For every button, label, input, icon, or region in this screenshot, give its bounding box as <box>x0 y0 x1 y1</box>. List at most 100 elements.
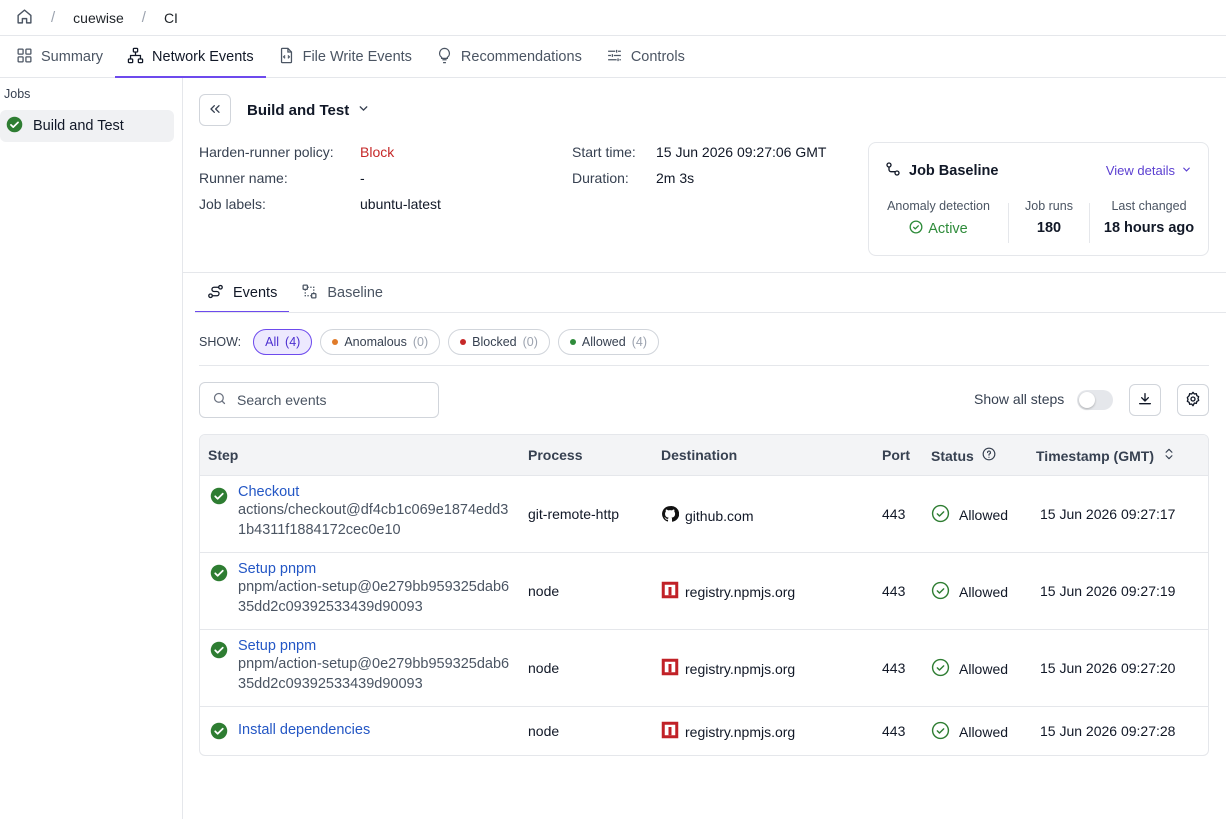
show-all-steps-label: Show all steps <box>974 391 1065 407</box>
column-header-timestamp[interactable]: Timestamp (GMT) <box>1036 447 1176 464</box>
timestamp-cell: 15 Jun 2026 09:27:19 <box>1040 583 1176 599</box>
chip-count: (0) <box>412 335 429 349</box>
duration-value: 2m 3s <box>656 170 695 186</box>
job-runs-stat: Job runs 180 <box>1009 199 1089 243</box>
table-header: Step Process Destination Port Status Tim… <box>200 435 1208 476</box>
job-header: Build and Test <box>199 94 370 126</box>
download-button[interactable] <box>1129 384 1161 416</box>
anomaly-detection-stat: Anomaly detection Active <box>869 199 1008 243</box>
tab-label: File Write Events <box>302 49 412 65</box>
column-header-port[interactable]: Port <box>882 447 910 463</box>
show-all-steps-toggle[interactable] <box>1077 390 1113 410</box>
network-icon <box>127 47 144 68</box>
tab-network-events[interactable]: Network Events <box>115 37 266 78</box>
filter-chip-allowed[interactable]: Allowed (4) <box>557 329 659 355</box>
filter-chip-anomalous[interactable]: Anomalous (0) <box>320 329 441 355</box>
filter-chip-blocked[interactable]: Blocked (0) <box>448 329 550 355</box>
policy-value: Block <box>360 144 395 160</box>
job-labels-value: ubuntu-latest <box>360 196 441 212</box>
search-input[interactable] <box>237 392 417 408</box>
port-cell: 443 <box>882 506 906 522</box>
gear-icon <box>1185 391 1201 410</box>
help-circle-icon[interactable] <box>982 447 996 464</box>
baseline-stats: Anomaly detection Active Job runs 180 La… <box>869 199 1210 243</box>
last-changed-stat: Last changed 18 hours ago <box>1090 199 1208 243</box>
port-cell: 443 <box>882 723 906 739</box>
step-cell: Setup pnpm pnpm/action-setup@0e279bb9593… <box>238 561 513 617</box>
sort-icon[interactable] <box>1162 447 1176 464</box>
breadcrumb-separator: / <box>141 9 146 26</box>
breadcrumb-separator: / <box>51 9 56 26</box>
baseline-title: Job Baseline <box>885 161 998 181</box>
subtab-events[interactable]: Events <box>195 273 290 313</box>
port-cell: 443 <box>882 583 906 599</box>
table-row[interactable]: Checkout actions/checkout@df4cb1c069e187… <box>200 476 1208 553</box>
table-row[interactable]: Setup pnpm pnpm/action-setup@0e279bb9593… <box>200 630 1208 707</box>
tab-file-write-events[interactable]: File Write Events <box>266 37 424 77</box>
column-header-process[interactable]: Process <box>528 447 582 463</box>
download-icon <box>1137 391 1153 410</box>
job-selector[interactable]: Build and Test <box>247 102 370 119</box>
status-cell: Allowed <box>931 504 1008 526</box>
filter-chip-all[interactable]: All (4) <box>253 329 313 355</box>
step-cell: Install dependencies <box>238 722 370 738</box>
step-link[interactable]: Checkout <box>238 484 513 500</box>
chip-count: (4) <box>285 335 301 349</box>
main-content: Build and Test Harden-runner policy: Bloc… <box>183 78 1226 819</box>
subtab-baseline[interactable]: Baseline <box>289 273 395 313</box>
breadcrumb-org[interactable]: cuewise <box>73 10 124 26</box>
job-title: Build and Test <box>247 101 350 119</box>
check-circle-icon <box>210 564 228 585</box>
step-action: pnpm/action-setup@0e279bb959325dab635dd2… <box>238 656 510 692</box>
job-runs-value: 180 <box>1036 220 1062 236</box>
process-cell: node <box>528 723 560 739</box>
column-header-status[interactable]: Status <box>931 447 996 464</box>
settings-button[interactable] <box>1177 384 1209 416</box>
destination-text: github.com <box>685 507 754 524</box>
sidebar-item-build-and-test[interactable]: Build and Test <box>0 110 174 142</box>
tab-controls[interactable]: Controls <box>594 37 697 77</box>
collapse-sidebar-button[interactable] <box>199 94 231 126</box>
home-icon[interactable] <box>16 8 33 28</box>
npm-icon <box>661 721 679 742</box>
step-link[interactable]: Setup pnpm <box>238 561 513 577</box>
search-icon <box>212 391 227 409</box>
event-subtabs: Events Baseline <box>195 273 395 313</box>
step-action: actions/checkout@df4cb1c069e1874edd31b43… <box>238 502 509 538</box>
destination-cell: registry.npmjs.org <box>661 721 795 742</box>
events-table: Step Process Destination Port Status Tim… <box>199 434 1209 756</box>
breadcrumb-repo[interactable]: CI <box>164 10 178 26</box>
check-circle-outline-icon <box>931 504 950 526</box>
status-text: Allowed <box>959 724 1009 740</box>
tab-label: Summary <box>41 49 104 65</box>
column-header-step[interactable]: Step <box>208 447 238 463</box>
tab-label: Recommendations <box>460 49 582 65</box>
check-circle-outline-icon <box>931 721 950 743</box>
last-changed-label: Last changed <box>1111 199 1187 213</box>
job-meta-left: Harden-runner policy: Block Runner name: -… <box>199 139 441 217</box>
check-circle-icon <box>210 487 228 508</box>
show-label: SHOW: <box>199 335 242 349</box>
view-details-link[interactable]: View details <box>1106 163 1192 178</box>
destination-cell: registry.npmjs.org <box>661 658 795 679</box>
process-cell: git-remote-http <box>528 506 620 522</box>
step-link[interactable]: Install dependencies <box>238 722 370 738</box>
table-row[interactable]: Setup pnpm pnpm/action-setup@0e279bb9593… <box>200 553 1208 630</box>
chevrons-left-icon <box>207 101 223 120</box>
step-cell: Setup pnpm pnpm/action-setup@0e279bb9593… <box>238 638 513 694</box>
tab-summary[interactable]: Summary <box>4 37 115 77</box>
subtab-label: Events <box>233 285 278 301</box>
step-link[interactable]: Setup pnpm <box>238 638 513 654</box>
search-box <box>199 382 439 418</box>
breadcrumb: / cuewise / CI <box>0 0 1226 36</box>
chevron-down-icon <box>357 102 370 119</box>
timestamp-cell: 15 Jun 2026 09:27:28 <box>1040 723 1176 739</box>
baseline-title-text: Job Baseline <box>909 163 999 179</box>
sidebar-title: Jobs <box>4 87 31 101</box>
table-row[interactable]: Install dependencies node registry.npmjs… <box>200 707 1208 755</box>
chip-label: Anomalous <box>344 335 407 349</box>
column-header-destination[interactable]: Destination <box>661 447 737 463</box>
check-circle-icon <box>210 722 228 743</box>
tab-recommendations[interactable]: Recommendations <box>424 37 594 77</box>
chip-count: (0) <box>522 335 538 349</box>
